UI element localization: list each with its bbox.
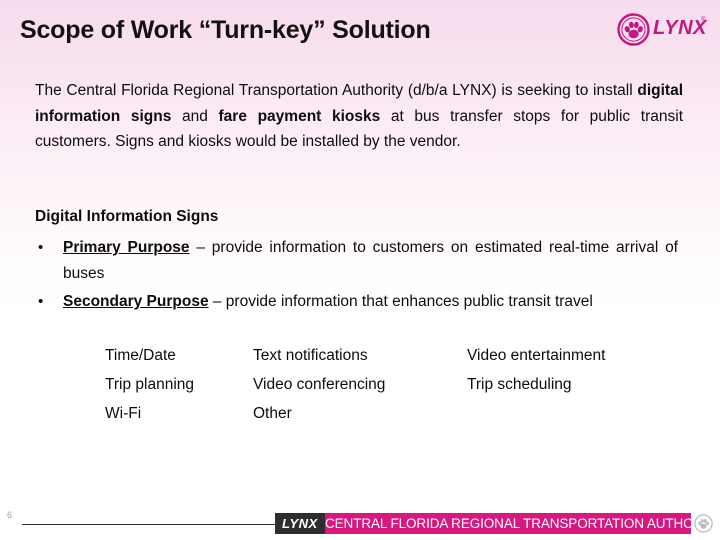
bullet-text: Primary Purpose – provide information to… <box>63 235 678 286</box>
paw-in-circle-icon <box>694 514 713 533</box>
feature-cell: Text notifications <box>253 347 368 364</box>
feature-columns: Time/Date Text notifications Video enter… <box>0 341 720 428</box>
feature-row: Wi-Fi Other <box>0 399 720 428</box>
intro-text-1: The Central Florida Regional Transportat… <box>35 82 638 99</box>
bullet-lead-label: Primary Purpose <box>63 239 190 256</box>
page-number: 6 <box>7 510 13 520</box>
bullet-item-secondary-purpose: • Secondary Purpose – provide informatio… <box>30 289 678 315</box>
bullet-text: Secondary Purpose – provide information … <box>63 289 678 315</box>
intro-paragraph: The Central Florida Regional Transportat… <box>35 78 683 155</box>
feature-cell: Trip scheduling <box>467 376 572 393</box>
feature-cell: Video conferencing <box>253 376 386 393</box>
feature-cell: Wi-Fi <box>105 405 142 422</box>
section-heading: Digital Information Signs <box>35 208 219 225</box>
lynx-logo: LYNX ® <box>617 13 707 47</box>
feature-cell: Other <box>253 405 292 422</box>
feature-row: Time/Date Text notifications Video enter… <box>0 341 720 370</box>
feature-cell: Video entertainment <box>467 347 606 364</box>
page-title: Scope of Work “Turn-key” Solution <box>20 16 431 44</box>
bullet-item-primary-purpose: • Primary Purpose – provide information … <box>30 235 678 286</box>
feature-row: Trip planning Video conferencing Trip sc… <box>0 370 720 399</box>
bullet-marker-icon: • <box>38 293 44 310</box>
bullet-lead-label: Secondary Purpose <box>63 293 209 310</box>
slide-canvas: Scope of Work “Turn-key” Solution LYNX ®… <box>0 0 720 540</box>
footer-divider <box>22 524 275 525</box>
intro-bold-2: fare payment kiosks <box>218 107 381 125</box>
feature-cell: Trip planning <box>105 376 195 393</box>
footer-authority-band: CENTRAL FLORIDA REGIONAL TRANSPORTATION … <box>325 513 691 534</box>
bullet-body-text: – provide information that enhances publ… <box>208 293 593 310</box>
paw-in-circle-icon <box>617 13 650 46</box>
trademark-symbol: ® <box>701 17 706 23</box>
slide-header: Scope of Work “Turn-key” Solution LYNX ® <box>0 0 720 58</box>
bullet-marker-icon: • <box>38 239 44 256</box>
lynx-wordmark: LYNX <box>653 17 707 39</box>
intro-text-2: and <box>171 107 219 125</box>
footer-lynx-badge: LYNX <box>275 513 325 534</box>
feature-cell: Time/Date <box>105 347 176 364</box>
